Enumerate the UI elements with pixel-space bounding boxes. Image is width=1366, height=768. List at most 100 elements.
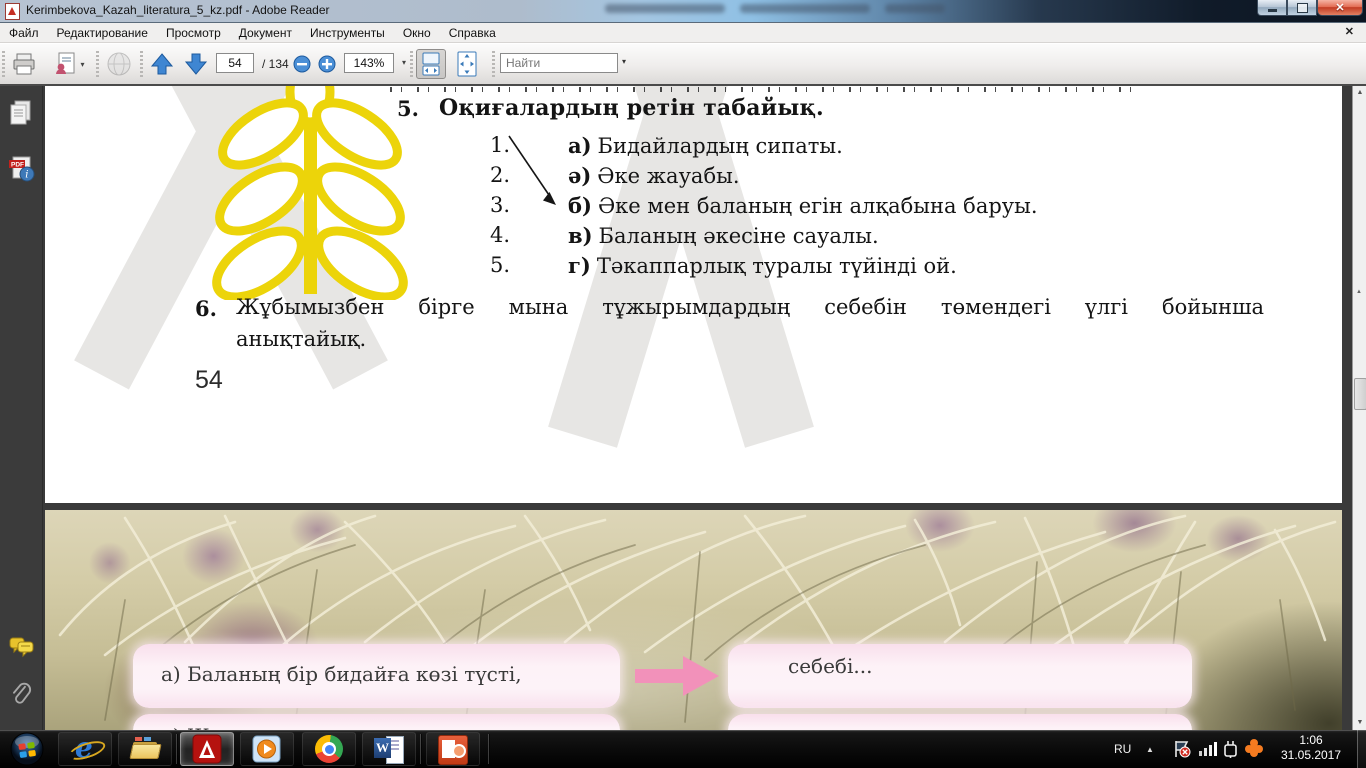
- fit-width-button[interactable]: [416, 49, 446, 79]
- printer-icon: [13, 53, 35, 75]
- paperclip-icon: [13, 682, 32, 704]
- attachments-panel-button[interactable]: [8, 680, 34, 706]
- taskbar-internet-explorer[interactable]: e: [58, 731, 112, 766]
- minus-circle-icon: [293, 55, 311, 73]
- menu-item-window[interactable]: Окно: [394, 24, 440, 42]
- show-desktop-button[interactable]: [1357, 730, 1366, 768]
- comments-panel-button[interactable]: [8, 636, 34, 662]
- pages-panel-button[interactable]: [8, 100, 34, 126]
- svg-text:i: i: [25, 170, 28, 181]
- toolbar-grip[interactable]: [492, 51, 495, 77]
- menu-item-view[interactable]: Просмотр: [157, 24, 230, 42]
- comments-icon: [9, 637, 34, 658]
- pdf-info-panel-button[interactable]: PDF i: [8, 154, 35, 182]
- print-button[interactable]: [8, 50, 40, 78]
- find-caret-icon[interactable]: ▾: [622, 57, 626, 66]
- exercise6-line1: Жұбымызбен бірге мына тұжырымдардың себе…: [236, 295, 1264, 319]
- document-viewer[interactable]: 5. Оқиғалардың ретін табайық. 1. а) Бидай…: [43, 86, 1352, 730]
- clock[interactable]: 1:06 31.05.2017: [1268, 733, 1354, 763]
- zoom-in-button[interactable]: [315, 50, 339, 78]
- reason-box-b: [728, 714, 1192, 730]
- media-player-icon: [252, 735, 281, 763]
- internet-explorer-icon: e: [66, 731, 108, 764]
- zoom-out-button[interactable]: [290, 50, 314, 78]
- collaborate-button[interactable]: [102, 50, 136, 78]
- zoom-caret-icon[interactable]: ▾: [402, 58, 406, 67]
- toolbar-grip[interactable]: [410, 51, 413, 77]
- match-row: 2. ә) Әке жауабы.: [490, 163, 1250, 189]
- page-number-54: 54: [195, 366, 223, 394]
- taskbar-separator: [420, 734, 421, 764]
- find-input[interactable]: [500, 53, 618, 73]
- menu-item-tools[interactable]: Инструменты: [301, 24, 394, 42]
- plus-circle-icon: [318, 55, 336, 73]
- match-option: г) Тәкаппарлық туралы түйінді ой.: [568, 253, 957, 278]
- start-button[interactable]: [4, 732, 50, 766]
- close-button[interactable]: ✕: [1317, 0, 1363, 16]
- fit-width-icon: [422, 52, 440, 76]
- document-close-icon[interactable]: ✕: [1345, 25, 1354, 38]
- match-number: 5.: [490, 253, 511, 277]
- taskbar: e W RU ▲ 1:06 31.05.2017: [0, 730, 1366, 768]
- toolbar-grip[interactable]: [140, 51, 143, 77]
- restore-button[interactable]: [1287, 0, 1317, 16]
- scroll-down-icon[interactable]: ▼: [1353, 716, 1366, 730]
- taskbar-separator: [176, 734, 177, 764]
- adobe-reader-app-icon: [5, 3, 20, 20]
- pdf-page-54: 5. Оқиғалардың ретін табайық. 1. а) Бидай…: [45, 86, 1342, 503]
- avast-icon[interactable]: [1244, 738, 1264, 768]
- exercise6-line2: анықтайық.: [236, 327, 367, 351]
- scroll-up-icon[interactable]: ▲: [1353, 86, 1366, 100]
- taskbar-media-player[interactable]: [240, 732, 294, 766]
- close-icon: ✕: [1335, 2, 1345, 14]
- screen: Kerimbekova_Kazah_literatura_5_kz.pdf - …: [0, 0, 1366, 768]
- background-window-blur: [885, 4, 945, 13]
- share-button[interactable]: ▾: [48, 50, 92, 78]
- match-option: в) Баланың әкесіне сауалы.: [568, 223, 879, 248]
- window-controls: ✕: [1257, 0, 1363, 16]
- window-titlebar[interactable]: Kerimbekova_Kazah_literatura_5_kz.pdf - …: [0, 0, 1366, 23]
- scrollbar-thumb[interactable]: [1354, 378, 1366, 410]
- match-option: а) Бидайлардың сипаты.: [568, 133, 843, 158]
- background-window-blur: [605, 4, 725, 13]
- exercise5-number: 5.: [397, 96, 419, 121]
- share-document-icon: [56, 52, 75, 74]
- taskbar-powerpoint[interactable]: [426, 732, 480, 766]
- toolbar-grip[interactable]: [2, 51, 5, 77]
- chrome-icon: [315, 735, 343, 763]
- power-plug-icon[interactable]: [1222, 739, 1240, 768]
- menu-item-file[interactable]: Файл: [0, 24, 48, 42]
- next-page-button[interactable]: [180, 50, 212, 78]
- pages-icon: [10, 100, 31, 125]
- taskbar-chrome[interactable]: [302, 732, 356, 766]
- fit-page-button[interactable]: [452, 49, 482, 79]
- taskbar-windows-explorer[interactable]: [118, 732, 172, 766]
- minimize-button[interactable]: [1257, 0, 1287, 16]
- reason-box-a: себебі...: [728, 644, 1192, 708]
- powerpoint-icon: [438, 735, 468, 765]
- network-signal-icon[interactable]: [1198, 741, 1218, 768]
- minimize-icon: [1267, 9, 1277, 12]
- folder-icon: [129, 734, 162, 764]
- menu-item-document[interactable]: Документ: [230, 24, 301, 42]
- nav-sidebar: PDF i: [0, 86, 43, 730]
- reason-a-text: себебі...: [788, 654, 873, 678]
- globe-icon: [107, 52, 131, 76]
- page-number-input[interactable]: [216, 53, 254, 73]
- pdf-page-photo: а) Баланың бір бидайға көзі түсті, себеб…: [45, 510, 1342, 730]
- hidden-icons-chevron[interactable]: ▲: [1146, 745, 1154, 768]
- zoom-level-value[interactable]: 143%: [344, 53, 394, 73]
- tray-date: 31.05.2017: [1280, 748, 1342, 762]
- match-row: 3. б) Әке мен баланың егін алқабына баруы…: [490, 193, 1250, 219]
- taskbar-word[interactable]: W: [362, 732, 416, 766]
- menu-item-help[interactable]: Справка: [440, 24, 505, 42]
- previous-page-button[interactable]: [146, 50, 178, 78]
- match-row: 1. а) Бидайлардың сипаты.: [490, 133, 1250, 159]
- taskbar-adobe-reader[interactable]: [180, 732, 234, 766]
- action-center-flag-icon[interactable]: [1172, 739, 1192, 768]
- vertical-scrollbar[interactable]: ▲ ▲ ▼: [1352, 86, 1366, 730]
- background-window-blur: [740, 4, 870, 13]
- menu-item-edit[interactable]: Редактирование: [48, 24, 157, 42]
- toolbar-grip[interactable]: [96, 51, 99, 77]
- language-indicator[interactable]: RU: [1114, 742, 1131, 768]
